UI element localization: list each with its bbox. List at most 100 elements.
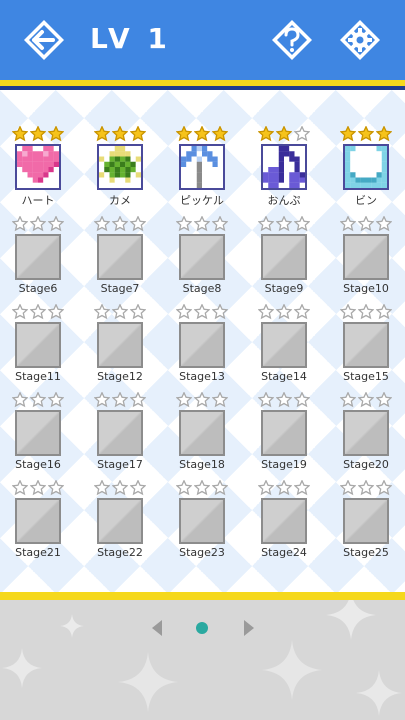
- star-empty-icon: [340, 216, 356, 232]
- stage-card[interactable]: Stage22: [90, 480, 150, 564]
- stage-label: Stage22: [97, 546, 143, 559]
- star-empty-icon: [258, 392, 274, 408]
- star-rating: [256, 480, 312, 496]
- locked-stage-thumbnail: [179, 498, 225, 544]
- question-icon[interactable]: [270, 18, 314, 62]
- stage-card[interactable]: Stage21: [8, 480, 68, 564]
- star-empty-icon: [194, 480, 210, 496]
- stage-thumbnail-heart: [15, 144, 61, 190]
- stage-label: Stage14: [261, 370, 307, 383]
- stage-card[interactable]: Stage18: [172, 392, 232, 476]
- stage-card[interactable]: Stage13: [172, 304, 232, 388]
- stage-label: ビン: [355, 194, 377, 207]
- star-rating: [10, 216, 66, 232]
- sparkle-icon: [2, 648, 42, 688]
- star-rating: [10, 304, 66, 320]
- star-empty-icon: [194, 304, 210, 320]
- stage-card[interactable]: Stage24: [254, 480, 314, 564]
- star-empty-icon: [294, 126, 310, 142]
- back-arrow-icon[interactable]: [22, 18, 66, 62]
- locked-stage-thumbnail: [261, 498, 307, 544]
- locked-stage-thumbnail: [15, 410, 61, 456]
- heart-pixel-art-icon: [17, 146, 59, 188]
- star-rating: [174, 480, 230, 496]
- star-filled-icon: [48, 126, 64, 142]
- star-rating: [10, 480, 66, 496]
- star-empty-icon: [176, 392, 192, 408]
- star-filled-icon: [258, 126, 274, 142]
- locked-stage-thumbnail: [97, 322, 143, 368]
- stage-card[interactable]: Stage16: [8, 392, 68, 476]
- stage-card[interactable]: Stage19: [254, 392, 314, 476]
- stage-card[interactable]: Stage20: [336, 392, 396, 476]
- sparkle-icon: [118, 652, 178, 712]
- stage-label: Stage15: [343, 370, 389, 383]
- stage-card[interactable]: ビン: [336, 126, 396, 210]
- star-rating: [92, 304, 148, 320]
- star-rating: [174, 304, 230, 320]
- star-empty-icon: [276, 304, 292, 320]
- stage-card[interactable]: Stage12: [90, 304, 150, 388]
- stage-card[interactable]: Stage9: [254, 216, 314, 300]
- star-empty-icon: [12, 216, 28, 232]
- locked-stage-thumbnail: [261, 322, 307, 368]
- stage-grid: ハート カメ ピッケル おんぷ ビン Stage6 Stage7 Stage8 Stage9 St…: [0, 90, 405, 592]
- stage-label: Stage19: [261, 458, 307, 471]
- star-empty-icon: [194, 216, 210, 232]
- stage-thumbnail-note: [261, 144, 307, 190]
- stage-card[interactable]: Stage14: [254, 304, 314, 388]
- star-rating: [174, 126, 230, 142]
- level-title: LV 1: [90, 22, 171, 55]
- stage-card[interactable]: Stage17: [90, 392, 150, 476]
- star-empty-icon: [258, 216, 274, 232]
- pickaxe-pixel-art-icon: [181, 146, 223, 188]
- stage-label: Stage7: [100, 282, 140, 295]
- star-rating: [174, 392, 230, 408]
- gear-icon[interactable]: [338, 18, 382, 62]
- star-empty-icon: [12, 480, 28, 496]
- star-rating: [256, 126, 312, 142]
- star-rating: [256, 304, 312, 320]
- star-rating: [10, 392, 66, 408]
- star-rating: [174, 216, 230, 232]
- stage-label: Stage12: [97, 370, 143, 383]
- sparkle-icon: [356, 670, 402, 716]
- star-empty-icon: [30, 216, 46, 232]
- star-empty-icon: [176, 216, 192, 232]
- locked-stage-thumbnail: [97, 498, 143, 544]
- stage-card[interactable]: Stage6: [8, 216, 68, 300]
- stage-card[interactable]: おんぷ: [254, 126, 314, 210]
- footer-bar: [0, 600, 405, 720]
- star-empty-icon: [130, 480, 146, 496]
- star-filled-icon: [194, 126, 210, 142]
- star-empty-icon: [276, 480, 292, 496]
- star-empty-icon: [294, 480, 310, 496]
- locked-stage-thumbnail: [179, 322, 225, 368]
- right-triangle-icon[interactable]: [236, 616, 260, 640]
- stage-card[interactable]: Stage25: [336, 480, 396, 564]
- star-empty-icon: [130, 304, 146, 320]
- stage-card[interactable]: Stage7: [90, 216, 150, 300]
- locked-stage-thumbnail: [97, 234, 143, 280]
- stage-card[interactable]: ピッケル: [172, 126, 232, 210]
- stage-card[interactable]: カメ: [90, 126, 150, 210]
- star-empty-icon: [294, 304, 310, 320]
- stage-card[interactable]: Stage11: [8, 304, 68, 388]
- star-rating: [92, 392, 148, 408]
- star-empty-icon: [340, 480, 356, 496]
- star-rating: [338, 304, 394, 320]
- left-triangle-icon[interactable]: [146, 616, 170, 640]
- stage-label: Stage17: [97, 458, 143, 471]
- footer-yellow-stripe: [0, 592, 405, 600]
- stage-thumbnail-turtle: [97, 144, 143, 190]
- stage-label: Stage16: [15, 458, 61, 471]
- stage-card[interactable]: Stage8: [172, 216, 232, 300]
- note-pixel-art-icon: [263, 146, 305, 188]
- star-rating: [338, 216, 394, 232]
- stage-card[interactable]: Stage23: [172, 480, 232, 564]
- stage-card[interactable]: Stage15: [336, 304, 396, 388]
- stage-card[interactable]: Stage10: [336, 216, 396, 300]
- star-empty-icon: [212, 480, 228, 496]
- locked-stage-thumbnail: [15, 322, 61, 368]
- stage-card[interactable]: ハート: [8, 126, 68, 210]
